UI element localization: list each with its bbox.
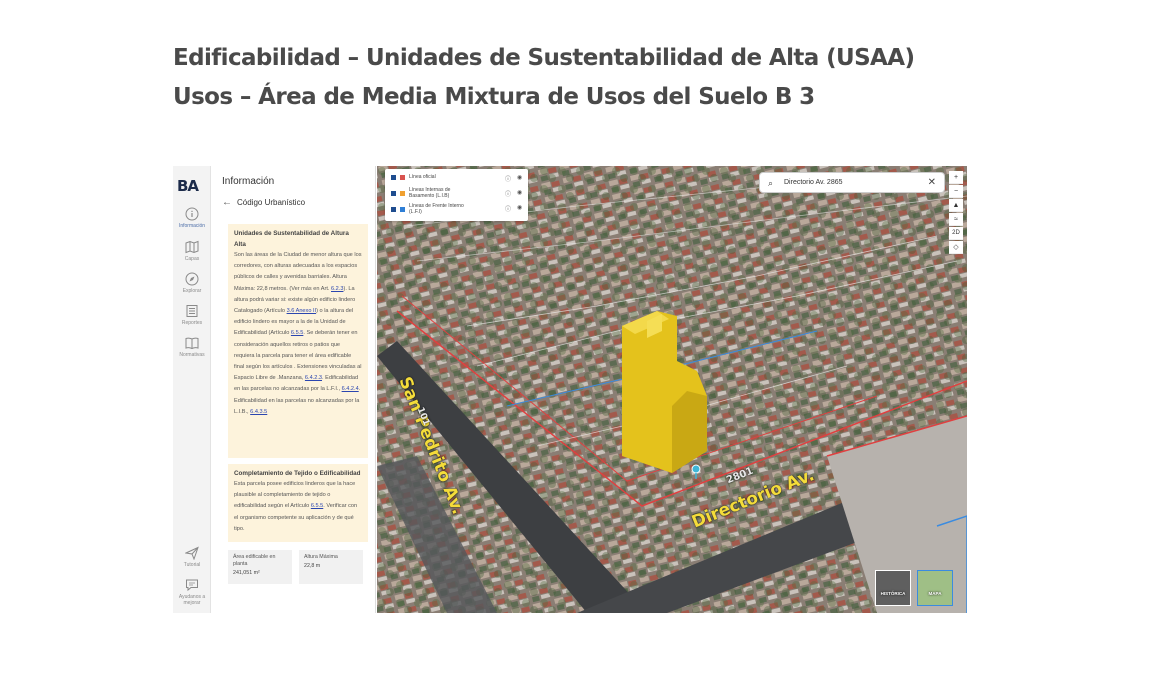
- rail-label: Ayudanos a mejorar: [178, 594, 206, 606]
- clear-search-icon[interactable]: ✕: [928, 177, 936, 188]
- layer-checkbox[interactable]: [391, 175, 396, 181]
- rail-label: Reportes: [181, 320, 203, 326]
- stat-label: Altura Máxima: [304, 554, 338, 560]
- stat-value: 241,051 m²: [233, 570, 260, 576]
- aerial-map-image: [377, 166, 967, 613]
- layer-checkbox[interactable]: [391, 191, 396, 196]
- app-screenshot: BA Información Capas Explorar Reportes N…: [173, 166, 967, 613]
- rail-label: Capas: [184, 256, 200, 262]
- rail-item-capas[interactable]: Capas: [173, 240, 211, 262]
- info-icon[interactable]: ⓘ: [505, 204, 511, 213]
- usaa-card: Unidades de Sustentabilidad de Altura Al…: [228, 224, 368, 458]
- layer-color-swatch: [400, 175, 405, 181]
- rail-label: Información: [178, 223, 206, 229]
- search-input[interactable]: Directorio Av. 2865: [784, 179, 843, 186]
- layer-label: Líneas Internas de Basamento (L.I.B): [409, 187, 451, 199]
- measure-button[interactable]: ◇: [949, 241, 963, 254]
- arrow-left-icon: ←: [222, 197, 232, 208]
- rail-item-explorar[interactable]: Explorar: [173, 272, 211, 294]
- zoom-in-button[interactable]: +: [949, 171, 963, 184]
- thumb-label: MAPA: [928, 591, 942, 596]
- link-6-5-5[interactable]: 6.5.5: [311, 503, 323, 509]
- layer-color-swatch: [400, 191, 405, 196]
- feedback-icon: [186, 579, 198, 592]
- card-title: Unidades de Sustentabilidad de Altura Al…: [234, 230, 349, 248]
- send-icon: [185, 546, 199, 560]
- book-icon: [185, 337, 199, 350]
- eye-icon[interactable]: ◉: [517, 189, 522, 196]
- rail-item-ayudanos[interactable]: Ayudanos a mejorar: [173, 578, 211, 606]
- map-view[interactable]: San Pedrito Av. 101 Directorio Av. 2801 …: [377, 166, 967, 613]
- layers-legend: Línea oficial Líneas Internas de Basamen…: [385, 169, 528, 221]
- back-to-codigo-urbanistico[interactable]: ← Código Urbanístico: [222, 197, 305, 208]
- basemap-mapa[interactable]: MAPA: [917, 570, 953, 606]
- zoom-out-button[interactable]: −: [949, 185, 963, 198]
- info-icon[interactable]: ⓘ: [505, 174, 511, 183]
- info-icon[interactable]: ⓘ: [505, 189, 511, 198]
- rail-label: Tutorial: [183, 562, 201, 568]
- info-icon: [185, 207, 199, 221]
- layer-lfi[interactable]: Líneas de Frente Interno (L.F.I): [391, 203, 469, 215]
- layer-label: Línea oficial: [409, 174, 436, 180]
- stat-area-edificable: Área edificable en planta 241,051 m²: [228, 550, 292, 584]
- toggle-2d-button[interactable]: 2D: [949, 227, 963, 240]
- card-text: . Se deberán tener en consideración aque…: [234, 330, 362, 382]
- page-heading-edificabilidad: Edificabilidad – Unidades de Sustentabil…: [173, 45, 915, 71]
- thumb-label: HISTÓRICA: [880, 591, 906, 596]
- ba-logo: BA: [177, 177, 199, 195]
- layer-checkbox[interactable]: [391, 207, 396, 212]
- rail-item-informacion[interactable]: Información: [173, 207, 211, 229]
- layer-lib[interactable]: Líneas Internas de Basamento (L.I.B): [391, 187, 469, 199]
- search-icon: ⌕: [768, 178, 774, 188]
- stat-altura-maxima: Altura Máxima 22,8 m: [299, 550, 363, 584]
- address-search[interactable]: ⌕ Directorio Av. 2865 ✕: [759, 172, 945, 193]
- link-3-6-anexo-ii[interactable]: 3.6 Anexo II: [287, 308, 317, 314]
- link-6-5-5[interactable]: 6.5.5: [291, 330, 303, 336]
- card-body: Son las áreas de la Ciudad de menor altu…: [234, 250, 362, 418]
- left-rail: BA Información Capas Explorar Reportes N…: [173, 166, 211, 613]
- report-icon: [186, 305, 198, 317]
- card-body: Esta parcela posee edificios linderos qu…: [234, 479, 362, 535]
- compass-icon: [185, 272, 199, 286]
- stat-label: Área edificable en planta: [233, 554, 276, 567]
- rail-item-reportes[interactable]: Reportes: [173, 304, 211, 326]
- info-panel: Información ← Código Urbanístico Unidade…: [211, 166, 410, 613]
- panel-title: Información: [222, 176, 275, 187]
- tilt-button[interactable]: ≈: [949, 213, 963, 226]
- completamiento-card: Completamiento de Tejido o Edificabilida…: [228, 464, 368, 542]
- link-6-4-2-4[interactable]: 6.4.2.4: [342, 386, 359, 392]
- rail-label: Normativas: [179, 352, 205, 358]
- eye-icon[interactable]: ◉: [517, 204, 522, 211]
- link-6-4-3-5[interactable]: 6.4.3.5: [250, 409, 267, 415]
- layer-label: Líneas de Frente Interno (L.F.I): [409, 203, 464, 215]
- eye-icon[interactable]: ◉: [517, 174, 522, 181]
- back-label: Código Urbanístico: [237, 198, 306, 207]
- card-title: Completamiento de Tejido o Edificabilida…: [234, 470, 361, 477]
- link-6-2-3[interactable]: 6.2.3: [331, 286, 343, 292]
- rail-item-normativas[interactable]: Normativas: [173, 336, 211, 358]
- rail-item-tutorial[interactable]: Tutorial: [173, 546, 211, 568]
- page-heading-usos: Usos – Área de Media Mixtura de Usos del…: [173, 84, 815, 110]
- compass-button[interactable]: ▲: [949, 199, 963, 212]
- link-6-4-2-3[interactable]: 6.4.2.3: [305, 375, 322, 381]
- layer-color-swatch: [400, 207, 405, 212]
- rail-label: Explorar: [182, 288, 202, 294]
- map-icon: [185, 240, 199, 254]
- layer-linea-oficial[interactable]: Línea oficial: [391, 174, 469, 181]
- basemap-historica[interactable]: HISTÓRICA: [875, 570, 911, 606]
- stat-value: 22,8 m: [304, 563, 321, 569]
